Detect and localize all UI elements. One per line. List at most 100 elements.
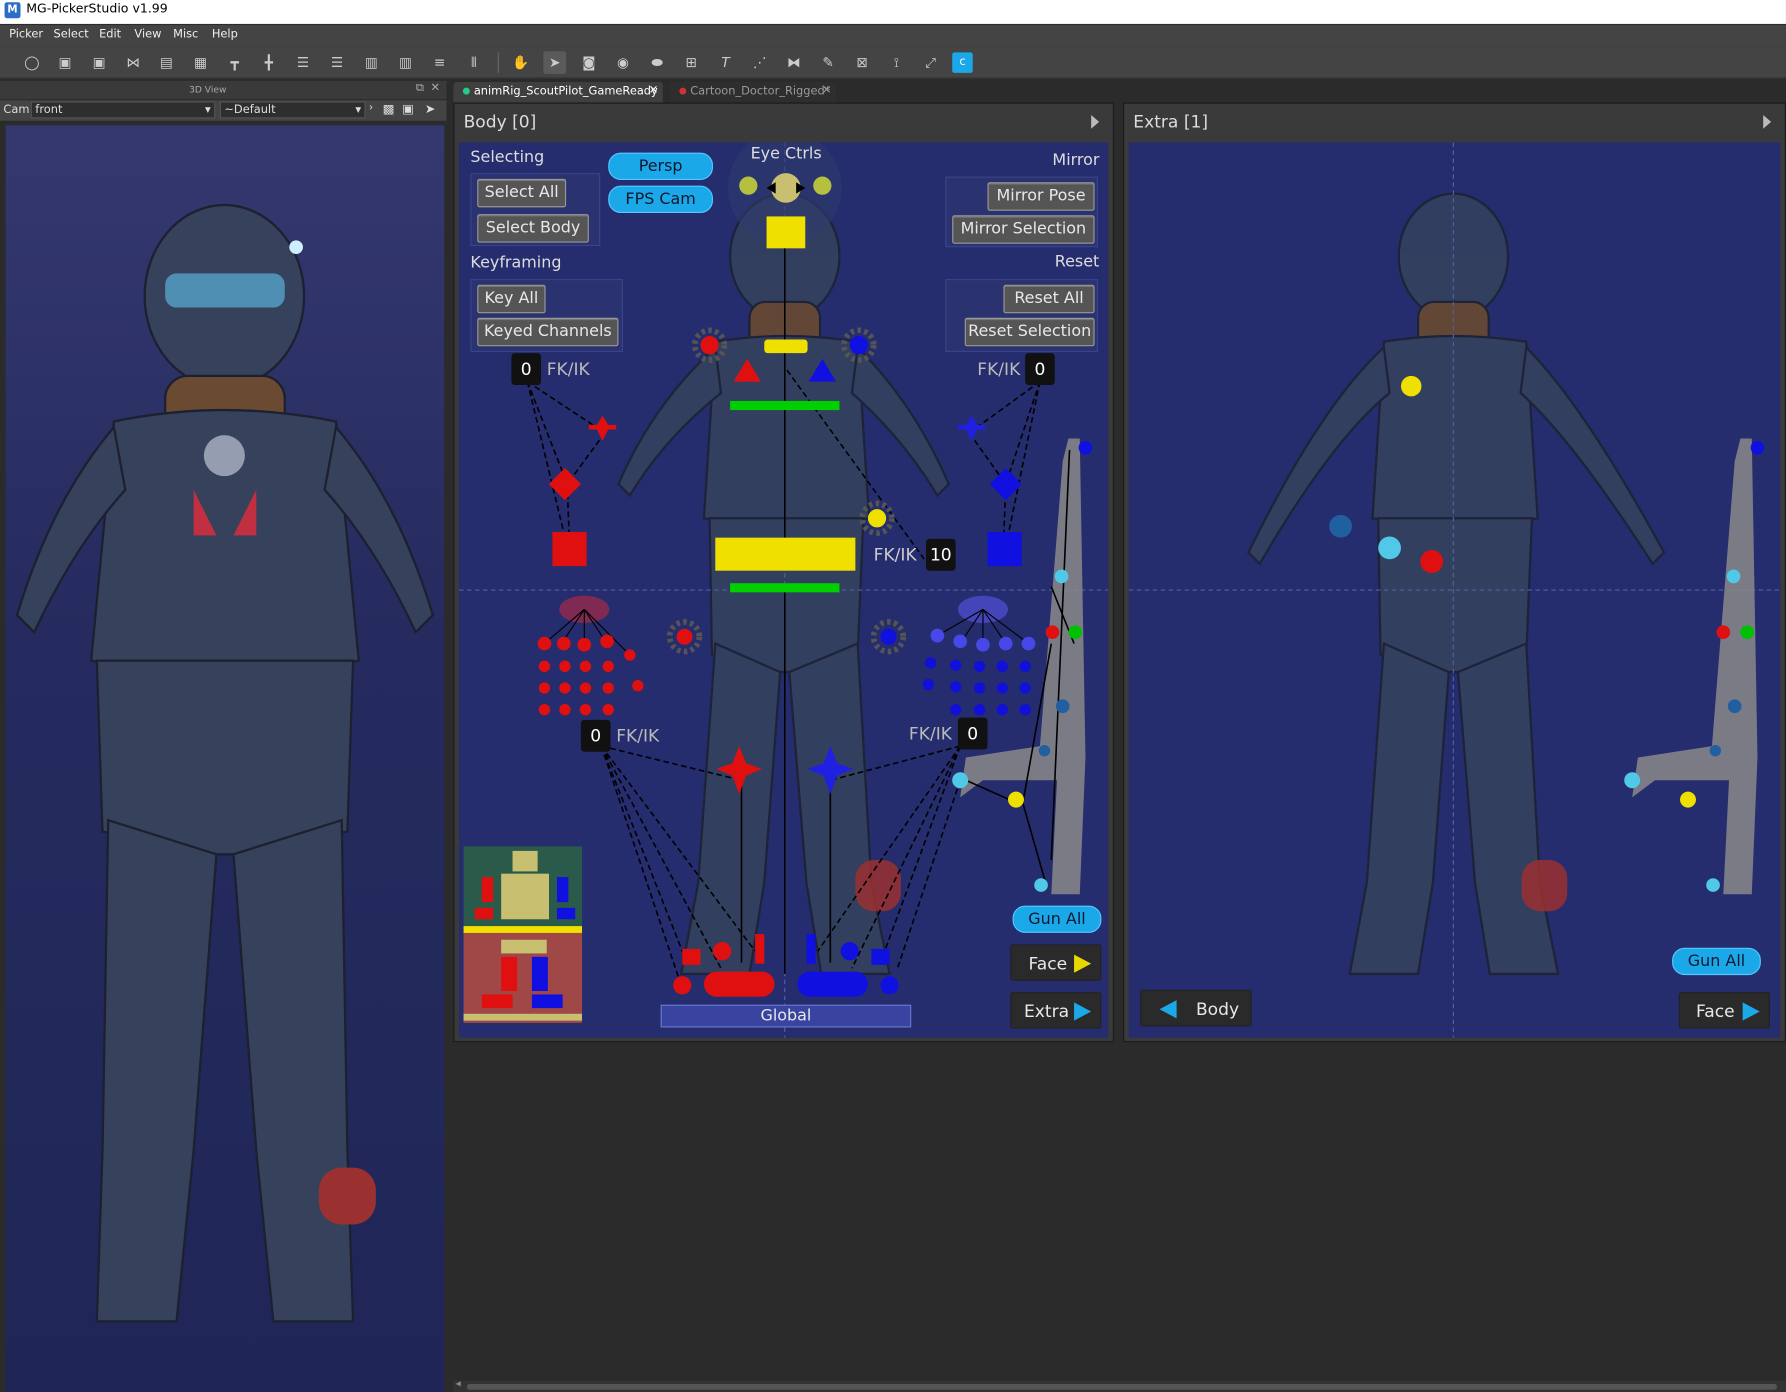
arrow-right-icon — [1742, 1002, 1760, 1021]
body-panel-header: Body [0] — [456, 105, 1111, 141]
link-tool-icon[interactable]: ⤢ — [919, 51, 942, 74]
menu-help[interactable]: Help — [212, 28, 238, 41]
float-icon[interactable]: ⧉ — [416, 82, 424, 95]
mirror-pose-button[interactable]: Mirror Pose — [987, 182, 1095, 211]
scrollbar-thumb[interactable] — [466, 1384, 1777, 1390]
arrow-right-icon — [1074, 954, 1092, 973]
wireframe-icon[interactable]: ▩ — [383, 101, 395, 116]
body-canvas[interactable]: Selecting Select All Select Body Persp F… — [459, 142, 1109, 1038]
text-tool-icon[interactable]: T — [714, 51, 737, 74]
fkik-spine-label: FK/IK — [873, 544, 917, 565]
menu-misc[interactable]: Misc — [173, 28, 198, 41]
reset-all-button[interactable]: Reset All — [1003, 284, 1095, 314]
panel-expand-icon[interactable] — [1091, 115, 1100, 129]
camera-row: Cam front ▾ ~Default ▾ › ▩ ▣ ➤ — [0, 100, 447, 121]
align-center-icon[interactable]: ╋ — [257, 51, 280, 74]
view3d-header: 3D View ⧉ ✕ — [0, 80, 447, 100]
menu-picker[interactable]: Picker — [9, 28, 43, 41]
cursor-icon[interactable]: ➤ — [425, 101, 436, 116]
fkik-arm-left-label: FK/IK — [977, 358, 1021, 380]
extra-panel: Extra [1] Body Gun All Face — [1123, 102, 1786, 1043]
body-button[interactable]: Body — [1140, 989, 1252, 1027]
select-tool-icon[interactable]: ➤ — [543, 51, 567, 75]
face-button[interactable]: Face — [1010, 944, 1102, 981]
rect-tool-icon[interactable]: ◙ — [577, 51, 600, 74]
fkik-leg-right-value[interactable]: 0 — [580, 719, 611, 752]
camera-select[interactable]: front ▾ — [30, 101, 216, 119]
mirror-selection-button[interactable]: Mirror Selection — [952, 215, 1095, 244]
slider-tool-icon[interactable]: ⊠ — [851, 51, 874, 74]
mirror-icon[interactable]: ⋈ — [122, 51, 145, 74]
app-title: MG-PickerStudio v1.99 — [26, 1, 168, 16]
menu-view[interactable]: View — [134, 28, 161, 41]
align-top-icon[interactable]: ┳ — [223, 51, 246, 74]
title-bar: M MG-PickerStudio v1.99 — [0, 0, 1786, 24]
list-icon[interactable]: ≡ — [428, 51, 451, 74]
horizontal-scrollbar[interactable]: ◂ — [453, 1378, 1786, 1392]
path-tool-icon[interactable]: ⋰ — [748, 51, 771, 74]
toolbar: ◯ ▣ ▣ ⋈ ▤ ▦ ┳ ╋ ☰ ☰ ▥ ▥ ≡ ⦀ ✋ ➤ ◙ ◉ ⬬ ⊞ … — [0, 46, 1786, 79]
extra-canvas[interactable]: Body Gun All Face — [1128, 142, 1781, 1038]
cam-label: Cam — [3, 103, 30, 117]
button-tool-icon[interactable]: ⊞ — [680, 51, 703, 74]
picker-tabs: ● animRig_ScoutPilot_GameReady ✕ ● Cartoon_… — [453, 80, 1786, 103]
columns-icon[interactable]: ⦀ — [462, 51, 485, 74]
grid-icon[interactable]: ▦ — [189, 51, 212, 74]
keyframing-label: Keyframing — [470, 254, 562, 273]
key-all-button[interactable]: Key All — [477, 284, 546, 314]
menu-bar: Picker Select Edit View Misc Help — [0, 25, 1786, 47]
fkik-arm-right-value[interactable]: 0 — [511, 353, 542, 386]
tab-animrig-scoutpilot[interactable]: ● animRig_ScoutPilot_GameReady ✕ — [453, 82, 663, 103]
gun-all-button-extra[interactable]: Gun All — [1672, 947, 1761, 976]
menu-edit[interactable]: Edit — [99, 28, 121, 41]
fkik-leg-left-label: FK/IK — [908, 723, 952, 744]
circle-tool-icon[interactable]: ◉ — [612, 51, 635, 74]
global-button[interactable]: Global — [660, 1004, 912, 1028]
align-right-icon[interactable]: ☰ — [326, 51, 349, 74]
arrow-right-icon — [1074, 1002, 1092, 1021]
select-all-button[interactable]: Select All — [477, 178, 567, 208]
custom-tool-icon[interactable]: c — [952, 52, 973, 73]
fps-cam-button[interactable]: FPS Cam — [608, 185, 714, 214]
face-button-extra[interactable]: Face — [1678, 992, 1771, 1029]
reset-label: Reset — [1054, 252, 1100, 272]
distribute-h-icon[interactable]: ▥ — [360, 51, 383, 74]
fkik-spine-value[interactable]: 10 — [926, 538, 956, 571]
panel-expand-icon[interactable] — [1763, 115, 1772, 129]
reset-selection-button[interactable]: Reset Selection — [964, 317, 1095, 347]
selecting-label: Selecting — [470, 148, 545, 167]
mirror-tool-icon[interactable]: ⧓ — [782, 51, 805, 74]
body-panel-title: Body [0] — [463, 111, 537, 133]
view3d-title: 3D View — [189, 84, 227, 95]
hand-tool-icon[interactable]: ✋ — [509, 51, 532, 74]
fkik-leg-right-label: FK/IK — [616, 725, 660, 747]
expand-icon[interactable]: › — [369, 103, 373, 114]
extra-background-figure — [1128, 142, 1781, 1038]
arrow-left-icon — [1159, 1000, 1177, 1019]
layout-icon[interactable]: ▤ — [155, 51, 178, 74]
scroll-left-icon[interactable]: ◂ — [456, 1378, 461, 1389]
distribute-v-icon[interactable]: ▥ — [394, 51, 417, 74]
gun-all-button[interactable]: Gun All — [1012, 905, 1102, 933]
keyed-channels-button[interactable]: Keyed Channels — [477, 317, 619, 347]
align-left-icon[interactable]: ☰ — [292, 51, 315, 74]
preset-select[interactable]: ~Default ▾ — [219, 101, 366, 119]
viewport-3d[interactable] — [5, 125, 445, 1392]
extra-button[interactable]: Extra — [1010, 992, 1102, 1029]
export-icon[interactable]: ▣ — [54, 51, 77, 74]
joint-tool-icon[interactable]: ⟟ — [885, 51, 908, 74]
tab-cartoon-doctor[interactable]: ● Cartoon_Doctor_Rigged* ✕ — [669, 82, 837, 103]
display-icon[interactable]: ▣ — [402, 101, 414, 116]
poly-tool-icon[interactable]: ⬬ — [646, 51, 669, 74]
zoom-icon[interactable]: ◯ — [21, 51, 44, 74]
app-logo-icon: M — [4, 2, 21, 19]
body-panel: Body [0] Selecting Select All Select Bod… — [453, 102, 1114, 1043]
eyedropper-icon[interactable]: ✎ — [817, 51, 840, 74]
persp-button[interactable]: Persp — [608, 152, 714, 180]
fkik-arm-left-value[interactable]: 0 — [1025, 353, 1055, 386]
fkik-leg-left-value[interactable]: 0 — [957, 717, 988, 750]
select-body-button[interactable]: Select Body — [477, 214, 589, 243]
close-icon[interactable]: ✕ — [431, 82, 441, 95]
import-icon[interactable]: ▣ — [88, 51, 111, 74]
menu-select[interactable]: Select — [54, 28, 89, 41]
